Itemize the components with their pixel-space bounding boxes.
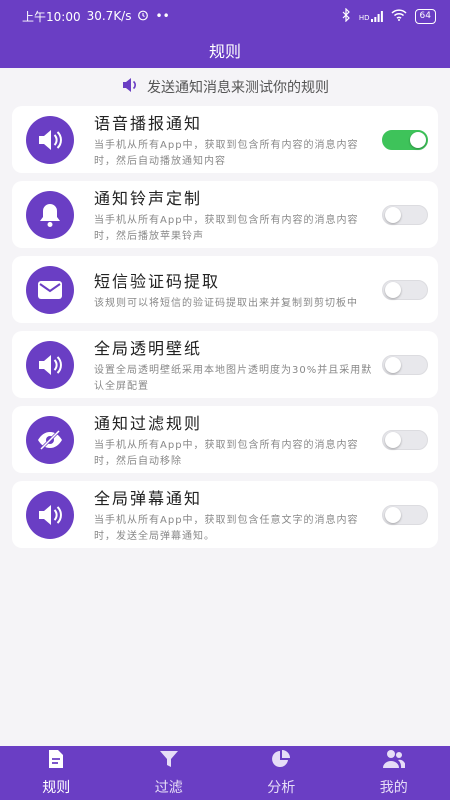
bluetooth-icon [341, 7, 351, 25]
rules-list: 语音播报通知 当手机从所有App中，获取到包含所有内容的消息内容时，然后自动播放… [12, 106, 438, 556]
tab-label: 规则 [42, 780, 71, 796]
rule-card-voice-broadcast[interactable]: 语音播报通知 当手机从所有App中，获取到包含所有内容的消息内容时，然后自动播放… [12, 106, 438, 173]
rule-desc: 当手机从所有App中，获取到包含所有内容的消息内容时，然后播放苹果铃声 [94, 214, 359, 242]
speaker-icon [26, 340, 74, 389]
rule-toggle[interactable] [382, 355, 428, 375]
rule-toggle[interactable] [382, 280, 428, 300]
rule-card-sms-code[interactable]: 短信验证码提取 该规则可以将短信的验证码提取出来并复制到剪切板中 [12, 256, 438, 323]
tab-label: 我的 [379, 780, 408, 796]
rule-desc: 当手机从所有App中，获取到包含任意文字的消息内容时，发送全局弹幕通知。 [94, 514, 359, 542]
rule-title: 通知铃声定制 [94, 188, 203, 208]
mail-icon [26, 265, 74, 314]
rule-title: 全局透明壁纸 [94, 338, 203, 358]
hint-text: 发送通知消息来测试你的规则 [147, 80, 329, 96]
tab-profile[interactable]: 我的 [338, 746, 450, 800]
rule-title: 全局弹幕通知 [94, 488, 203, 508]
tab-filter[interactable]: 过滤 [113, 746, 225, 800]
bell-icon [26, 190, 74, 239]
hint-bar: 发送通知消息来测试你的规则 [0, 72, 450, 102]
toggle-knob [410, 132, 426, 148]
app-header: 规则 [0, 32, 450, 68]
tab-rules[interactable]: 规则 [0, 746, 112, 800]
rule-desc: 设置全局透明壁纸采用本地图片透明度为30%并且采用默认全屏配置 [94, 364, 373, 392]
page-title: 规则 [208, 42, 241, 61]
tab-label: 分析 [267, 780, 296, 796]
bottom-tab-bar: 规则 过滤 分析 我的 [0, 746, 450, 800]
rule-toggle[interactable] [382, 430, 428, 450]
rule-card-wallpaper[interactable]: 全局透明壁纸 设置全局透明壁纸采用本地图片透明度为30%并且采用默认全屏配置 [12, 331, 438, 398]
toggle-knob [385, 282, 401, 298]
eye-off-icon [26, 415, 74, 464]
status-net-speed: 30.7K/s [86, 9, 132, 23]
status-bar: 上午10:00 30.7K/s •• HD 64 [0, 0, 450, 32]
rule-toggle[interactable] [382, 205, 428, 225]
toggle-knob [385, 432, 401, 448]
battery-indicator: 64 [414, 8, 436, 24]
status-right: HD 64 [341, 7, 436, 25]
status-time: 上午10:00 [22, 9, 81, 24]
toggle-knob [385, 357, 401, 373]
speaker-icon [121, 77, 139, 97]
document-icon [47, 749, 65, 773]
rule-title: 短信验证码提取 [94, 271, 221, 291]
rule-card-filter[interactable]: 通知过滤规则 当手机从所有App中，获取到包含所有内容的消息内容时，然后自动移除 [12, 406, 438, 473]
rule-desc: 当手机从所有App中，获取到包含所有内容的消息内容时，然后自动移除 [94, 439, 359, 467]
rule-desc: 该规则可以将短信的验证码提取出来并复制到剪切板中 [94, 297, 358, 309]
status-dots: •• [155, 9, 170, 23]
rule-card-danmaku[interactable]: 全局弹幕通知 当手机从所有App中，获取到包含任意文字的消息内容时，发送全局弹幕… [12, 481, 438, 548]
signal-icon: HD [358, 10, 383, 22]
signal-label: HD [358, 13, 370, 22]
speaker-icon [26, 115, 74, 164]
speaker-icon [26, 490, 74, 539]
rule-card-ringtone[interactable]: 通知铃声定制 当手机从所有App中，获取到包含所有内容的消息内容时，然后播放苹果… [12, 181, 438, 248]
status-left: 上午10:00 30.7K/s •• [22, 8, 170, 25]
rule-desc: 当手机从所有App中，获取到包含所有内容的消息内容时，然后自动播放通知内容 [94, 139, 359, 167]
wifi-icon [391, 8, 407, 24]
funnel-icon [159, 749, 179, 773]
toggle-knob [385, 207, 401, 223]
rule-toggle[interactable] [382, 130, 428, 150]
user-icon [382, 749, 406, 773]
alarm-icon [137, 9, 149, 24]
tab-label: 过滤 [154, 780, 183, 796]
rule-title: 语音播报通知 [94, 113, 203, 133]
pie-chart-icon [271, 749, 291, 773]
rule-title: 通知过滤规则 [94, 413, 203, 433]
rule-toggle[interactable] [382, 505, 428, 525]
tab-analysis[interactable]: 分析 [225, 746, 337, 800]
toggle-knob [385, 507, 401, 523]
